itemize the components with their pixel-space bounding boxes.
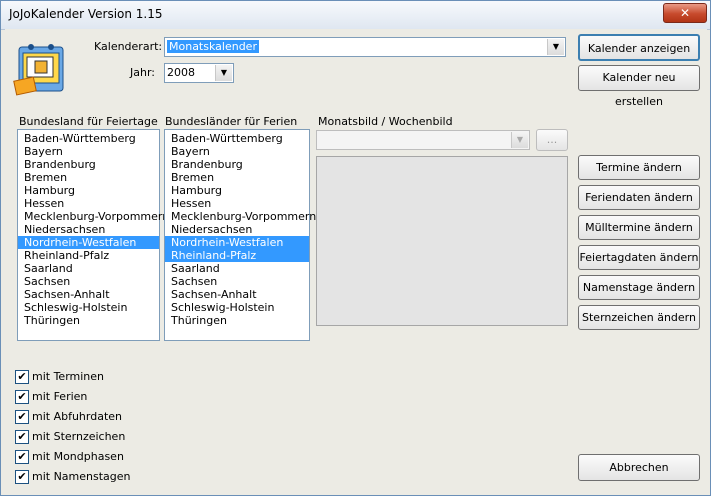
feiertagdaten-button[interactable]: Feiertagdaten ändern — [578, 245, 700, 270]
feiertage-list-label: Bundesland für Feiertage — [19, 115, 158, 128]
button-label: Namenstage ändern — [582, 281, 696, 294]
list-item[interactable]: Thüringen — [165, 314, 309, 327]
list-item[interactable]: Sachsen-Anhalt — [18, 288, 159, 301]
checkbox-label: mit Ferien — [32, 390, 88, 403]
list-item[interactable]: Bremen — [18, 171, 159, 184]
kalender-anzeigen-button[interactable]: Kalender anzeigen — [578, 34, 700, 61]
list-item[interactable]: Baden-Württemberg — [18, 132, 159, 145]
list-item[interactable]: Nordrhein-Westfalen — [18, 236, 159, 249]
termine-button[interactable]: Termine ändern — [578, 155, 700, 180]
client-area: Kalenderart: Monatskalender ▼ Jahr: 2008… — [5, 29, 707, 491]
button-label: Kalender neu erstellen — [602, 71, 676, 108]
button-label: Abbrechen — [609, 461, 669, 474]
close-button[interactable]: ✕ — [663, 3, 707, 23]
list-item[interactable]: Bayern — [165, 145, 309, 158]
checkbox-box[interactable]: ✔ — [15, 410, 29, 424]
calendar-logo-icon — [13, 44, 64, 96]
title-bar: JoJoKalender Version 1.15 ✕ — [1, 1, 710, 30]
button-label: Kalender anzeigen — [587, 42, 691, 55]
checkbox-label: mit Sternzeichen — [32, 430, 126, 443]
list-item[interactable]: Brandenburg — [165, 158, 309, 171]
list-item[interactable]: Hessen — [18, 197, 159, 210]
muelltermine-button[interactable]: Mülltermine ändern — [578, 215, 700, 240]
list-item[interactable]: Niedersachsen — [18, 223, 159, 236]
abbrechen-button[interactable]: Abbrechen — [578, 454, 700, 481]
checkbox-box[interactable]: ✔ — [15, 430, 29, 444]
feriendaten-button[interactable]: Feriendaten ändern — [578, 185, 700, 210]
button-label: Termine ändern — [596, 161, 682, 174]
feiertage-listbox[interactable]: Baden-Württemberg Bayern Brandenburg Bremen… — [17, 129, 169, 341]
list-item[interactable]: Schleswig-Holstein — [165, 301, 309, 314]
checkbox-label: mit Abfuhrdaten — [32, 410, 123, 423]
button-label: Feiertagdaten ändern — [579, 251, 699, 264]
kalender-neu-button[interactable]: Kalender neu erstellen — [578, 65, 700, 108]
list-item[interactable]: Sachsen — [165, 275, 309, 288]
list-item[interactable]: Baden-Württemberg — [165, 132, 309, 145]
list-item[interactable]: Rheinland-Pfalz — [165, 249, 309, 262]
ferien-list-label: Bundesländer für Ferien — [165, 115, 298, 128]
namenstage-button[interactable]: Namenstage ändern — [578, 275, 700, 300]
button-label: Sternzeichen ändern — [582, 311, 696, 324]
app-window: JoJoKalender Version 1.15 ✕ Kalenderart:… — [0, 0, 711, 496]
checkbox-label: mit Mondphasen — [32, 450, 124, 463]
kalenderart-value: Monatskalender — [167, 40, 259, 53]
chevron-down-icon[interactable]: ▼ — [215, 65, 232, 81]
list-item[interactable]: Thüringen — [18, 314, 159, 327]
list-item[interactable]: Nordrhein-Westfalen — [165, 236, 309, 249]
button-label: Feriendaten ändern — [585, 191, 693, 204]
checkbox-box[interactable]: ✔ — [15, 470, 29, 484]
checkbox-box[interactable]: ✔ — [15, 390, 29, 404]
button-label: Mülltermine ändern — [585, 221, 693, 234]
sternzeichen-button[interactable]: Sternzeichen ändern — [578, 305, 700, 330]
close-icon: ✕ — [679, 6, 691, 20]
list-item[interactable]: Mecklenburg-Vorpommern — [18, 210, 169, 223]
list-item[interactable]: Schleswig-Holstein — [18, 301, 159, 314]
list-item[interactable]: Bremen — [165, 171, 309, 184]
jahr-label: Jahr: — [130, 66, 155, 79]
list-item[interactable]: Mecklenburg-Vorpommern — [165, 210, 316, 223]
bild-browse-button[interactable]: ... — [536, 129, 568, 151]
ferien-listbox[interactable]: Baden-Württemberg Bayern Brandenburg Bremen… — [164, 129, 316, 341]
chevron-down-icon[interactable]: ▼ — [511, 132, 528, 148]
jahr-select[interactable]: 2008 ▼ — [164, 63, 234, 83]
bild-select[interactable]: ▼ — [316, 130, 530, 150]
list-item[interactable]: Hessen — [165, 197, 309, 210]
button-label: ... — [546, 133, 558, 146]
checkbox-label: mit Terminen — [32, 370, 105, 383]
list-item[interactable]: Hamburg — [165, 184, 309, 197]
checkbox-label: mit Namenstagen — [32, 470, 131, 483]
checkbox-box[interactable]: ✔ — [15, 370, 29, 384]
list-item[interactable]: Rheinland-Pfalz — [18, 249, 159, 262]
list-item[interactable]: Sachsen-Anhalt — [165, 288, 309, 301]
window-title: JoJoKalender Version 1.15 — [9, 7, 163, 21]
jahr-value: 2008 — [167, 66, 195, 79]
list-item[interactable]: Hamburg — [18, 184, 159, 197]
list-item[interactable]: Saarland — [18, 262, 159, 275]
list-item[interactable]: Bayern — [18, 145, 159, 158]
chevron-down-icon[interactable]: ▼ — [547, 39, 564, 55]
list-item[interactable]: Brandenburg — [18, 158, 159, 171]
bild-preview — [316, 156, 568, 326]
checkbox-box[interactable]: ✔ — [15, 450, 29, 464]
kalenderart-select[interactable]: Monatskalender ▼ — [164, 37, 566, 57]
kalenderart-label: Kalenderart: — [94, 40, 163, 53]
list-item[interactable]: Niedersachsen — [165, 223, 309, 236]
list-item[interactable]: Saarland — [165, 262, 309, 275]
bild-label: Monatsbild / Wochenbild — [318, 115, 453, 128]
list-item[interactable]: Sachsen — [18, 275, 159, 288]
